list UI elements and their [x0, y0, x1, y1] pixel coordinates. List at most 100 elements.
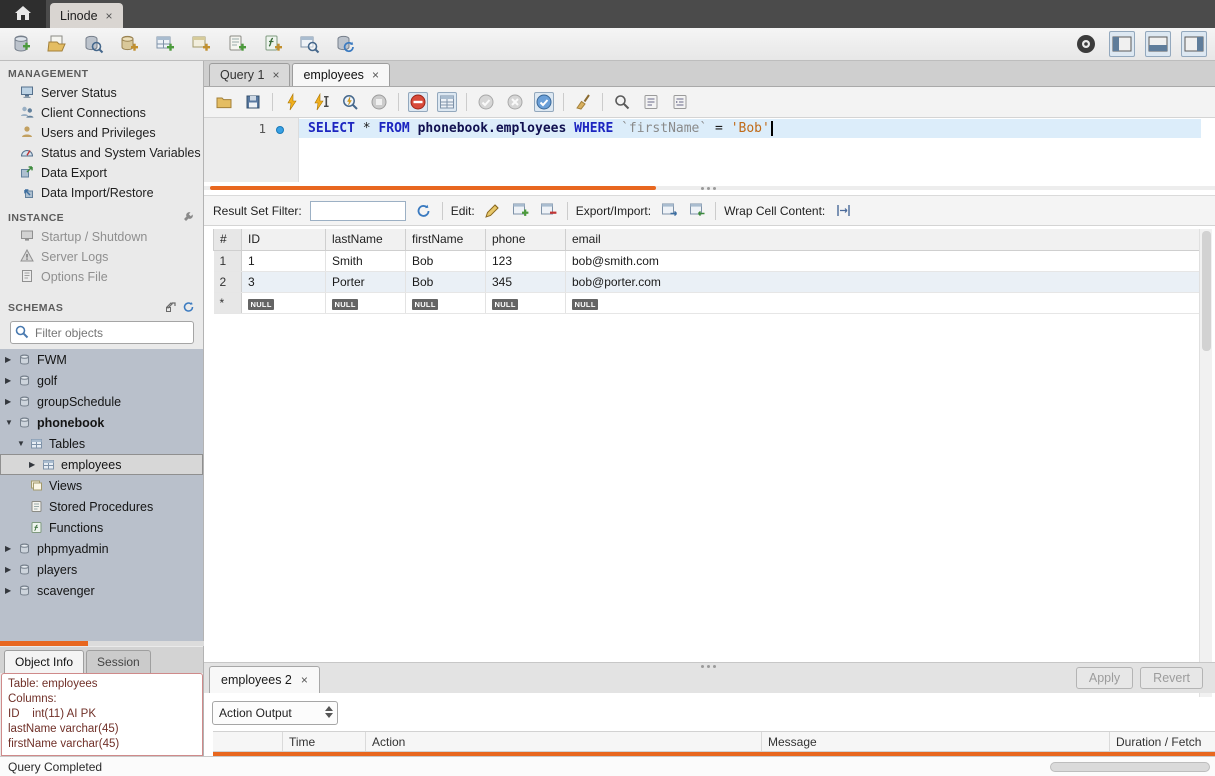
sidebar-item-client-connections[interactable]: Client Connections — [0, 103, 203, 123]
tab-employees[interactable]: employees × — [292, 63, 389, 86]
cell[interactable]: Smith — [326, 250, 406, 271]
sidebar-item-server-status[interactable]: Server Status — [0, 83, 203, 103]
null-badge[interactable]: NULL — [332, 299, 358, 310]
cell[interactable]: bob@smith.com — [566, 250, 1200, 271]
status-bar-scrollbar[interactable] — [1050, 762, 1210, 772]
schema-fwm[interactable]: ▶ FWM — [0, 349, 203, 370]
grid-new-row[interactable]: * NULL NULL NULL NULL NULL — [214, 292, 1200, 313]
null-badge[interactable]: NULL — [248, 299, 274, 310]
schema-groupschedule[interactable]: ▶ groupSchedule — [0, 391, 203, 412]
editor-result-splitter[interactable] — [204, 182, 1215, 195]
rollback-icon[interactable] — [505, 92, 525, 112]
sidebar-item-status-system-variables[interactable]: Status and System Variables — [0, 143, 203, 163]
cell[interactable]: Bob — [406, 250, 486, 271]
expander-icon[interactable]: ▼ — [17, 439, 30, 448]
col-header-rownum[interactable]: # — [214, 229, 242, 250]
close-icon[interactable]: × — [372, 69, 379, 81]
create-schema-icon[interactable] — [116, 31, 142, 57]
close-icon[interactable]: × — [106, 10, 113, 22]
col-header-email[interactable]: email — [566, 229, 1200, 250]
indent-icon[interactable] — [670, 92, 690, 112]
create-function-icon[interactable] — [260, 31, 286, 57]
import-records-icon[interactable] — [687, 201, 707, 221]
col-header-lastname[interactable]: lastName — [326, 229, 406, 250]
tree-node-views[interactable]: Views — [0, 475, 203, 496]
sidebar-item-users-privileges[interactable]: Users and Privileges — [0, 123, 203, 143]
find-icon[interactable] — [612, 92, 632, 112]
delete-row-icon[interactable] — [539, 201, 559, 221]
tree-node-stored-procedures[interactable]: Stored Procedures — [0, 496, 203, 517]
result-grid-vscrollbar[interactable] — [1199, 229, 1212, 723]
wrap-cell-content-icon[interactable] — [833, 201, 853, 221]
output-col-time[interactable]: Time — [283, 732, 366, 751]
connection-tab[interactable]: Linode × — [50, 3, 123, 28]
expander-icon[interactable]: ▶ — [5, 586, 18, 595]
expand-schemas-icon[interactable] — [165, 300, 178, 316]
commit-icon[interactable] — [476, 92, 496, 112]
cell[interactable]: bob@porter.com — [566, 271, 1200, 292]
schema-scavenger[interactable]: ▶ scavenger — [0, 580, 203, 601]
expander-icon[interactable]: ▼ — [5, 418, 18, 427]
sql-code-line[interactable]: SELECT * FROM phonebook.employees WHERE … — [299, 119, 1201, 138]
schema-filter-input[interactable] — [10, 321, 194, 344]
toggle-right-sidebar-icon[interactable] — [1181, 31, 1207, 57]
output-col-duration[interactable]: Duration / Fetch — [1110, 732, 1215, 751]
grid-row-2[interactable]: 2 3 Porter Bob 345 bob@porter.com — [214, 271, 1200, 292]
edit-cell-icon[interactable] — [483, 201, 503, 221]
sidebar-item-options-file[interactable]: Options File — [0, 267, 203, 287]
expander-icon[interactable]: ▶ — [5, 397, 18, 406]
schema-inspector-icon[interactable] — [80, 31, 106, 57]
instance-config-icon[interactable] — [182, 210, 195, 226]
home-button[interactable] — [0, 0, 46, 28]
tree-node-functions[interactable]: Functions — [0, 517, 203, 538]
tab-object-info[interactable]: Object Info — [4, 650, 84, 673]
schema-golf[interactable]: ▶ golf — [0, 370, 203, 391]
schema-phpmyadmin[interactable]: ▶ phpmyadmin — [0, 538, 203, 559]
cell[interactable]: 1 — [242, 250, 326, 271]
grid-row-1[interactable]: 1 1 Smith Bob 123 bob@smith.com — [214, 250, 1200, 271]
select-spinner-icon[interactable] — [325, 706, 333, 718]
sidebar-item-startup-shutdown[interactable]: Startup / Shutdown — [0, 227, 203, 247]
new-connection-icon[interactable] — [8, 31, 34, 57]
sidebar-item-server-logs[interactable]: Server Logs — [0, 247, 203, 267]
tab-query-1[interactable]: Query 1 × — [209, 63, 290, 86]
expander-icon[interactable]: ▶ — [29, 460, 42, 469]
apply-button[interactable]: Apply — [1076, 667, 1133, 689]
toggle-left-sidebar-icon[interactable] — [1109, 31, 1135, 57]
create-procedure-icon[interactable] — [224, 31, 250, 57]
create-table-icon[interactable] — [152, 31, 178, 57]
output-col-action[interactable]: Action — [366, 732, 762, 751]
tree-node-tables[interactable]: ▼ Tables — [0, 433, 203, 454]
insert-row-icon[interactable] — [511, 201, 531, 221]
limit-rows-icon[interactable] — [437, 92, 457, 112]
explain-query-icon[interactable] — [340, 92, 360, 112]
toggle-autocommit-icon[interactable] — [534, 92, 554, 112]
null-badge[interactable]: NULL — [572, 299, 598, 310]
reconnect-dbms-icon[interactable] — [332, 31, 358, 57]
expander-icon[interactable]: ▶ — [5, 544, 18, 553]
close-icon[interactable]: × — [301, 674, 308, 686]
toggle-output-area-icon[interactable] — [1145, 31, 1171, 57]
close-icon[interactable]: × — [272, 69, 279, 81]
cell[interactable]: Bob — [406, 271, 486, 292]
cell[interactable]: 3 — [242, 271, 326, 292]
refresh-schemas-icon[interactable] — [182, 300, 195, 316]
sidebar-item-data-export[interactable]: Data Export — [0, 163, 203, 183]
execute-query-icon[interactable] — [282, 92, 302, 112]
revert-button[interactable]: Revert — [1140, 667, 1203, 689]
cell[interactable]: Porter — [326, 271, 406, 292]
cell[interactable]: 345 — [486, 271, 566, 292]
save-icon[interactable] — [243, 92, 263, 112]
toggle-stop-on-error-icon[interactable] — [408, 92, 428, 112]
tab-session[interactable]: Session — [86, 650, 151, 673]
null-badge[interactable]: NULL — [412, 299, 438, 310]
schema-phonebook[interactable]: ▼ phonebook — [0, 412, 203, 433]
editor-hscrollbar[interactable] — [210, 186, 656, 190]
splitter-grip[interactable] — [701, 187, 716, 190]
splitter-grip[interactable] — [701, 665, 716, 668]
stop-query-icon[interactable] — [369, 92, 389, 112]
clear-query-icon[interactable] — [573, 92, 593, 112]
sidebar-scrollbar[interactable] — [0, 641, 204, 646]
open-sql-script-icon[interactable] — [44, 31, 70, 57]
expander-icon[interactable]: ▶ — [5, 355, 18, 364]
